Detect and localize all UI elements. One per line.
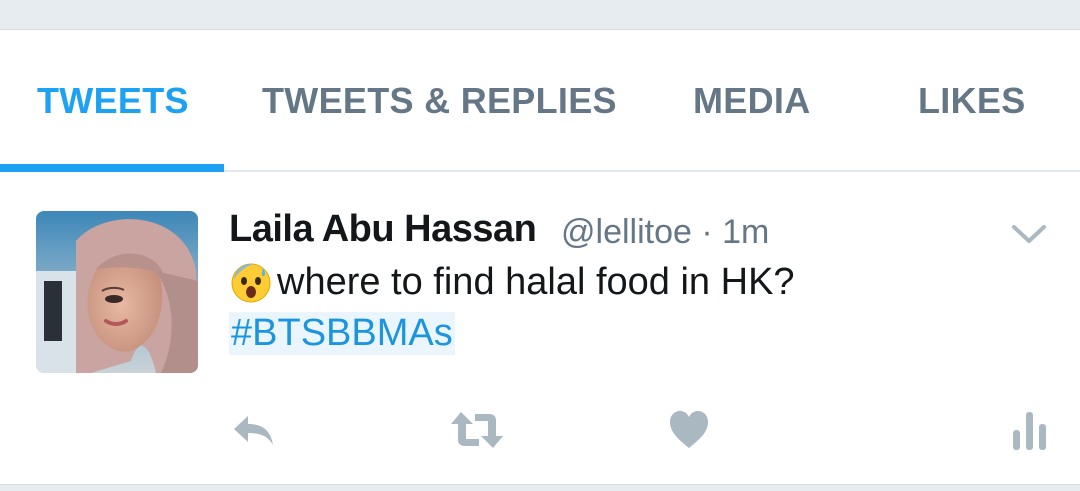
tab-media[interactable]: MEDIA: [693, 80, 811, 122]
top-strip: [0, 0, 1080, 30]
avatar[interactable]: [36, 211, 198, 373]
analytics-icon[interactable]: [1011, 408, 1047, 452]
avatar-image: [36, 211, 198, 373]
reply-icon[interactable]: [230, 408, 276, 452]
tweet-text-content: where to find halal food in HK?: [277, 260, 795, 303]
anxious-face-icon: [231, 263, 271, 303]
tab-likes[interactable]: LIKES: [918, 80, 1026, 122]
active-tab-indicator: [0, 164, 224, 172]
author-name[interactable]: Laila Abu Hassan: [229, 208, 537, 251]
hashtag-link[interactable]: #BTSBBMAs: [229, 312, 455, 355]
tweet[interactable]: Laila Abu Hassan @lellitoe · 1m where to…: [0, 172, 1080, 484]
author-handle[interactable]: @lellitoe: [561, 213, 692, 251]
retweet-icon[interactable]: [449, 408, 505, 452]
like-icon[interactable]: [668, 408, 710, 452]
tab-tweets-and-replies[interactable]: TWEETS & REPLIES: [262, 80, 617, 122]
meta-separator: ·: [701, 213, 713, 251]
tweet-text: where to find halal food in HK?: [229, 260, 795, 304]
tweet-time[interactable]: 1m: [722, 213, 769, 251]
chevron-down-icon[interactable]: [1010, 222, 1048, 246]
tab-tweets[interactable]: TWEETS: [37, 80, 189, 122]
bottom-divider: [0, 484, 1080, 491]
tweet-meta: @lellitoe · 1m: [561, 213, 769, 252]
profile-tabs: TWEETS TWEETS & REPLIES MEDIA LIKES: [0, 30, 1080, 172]
